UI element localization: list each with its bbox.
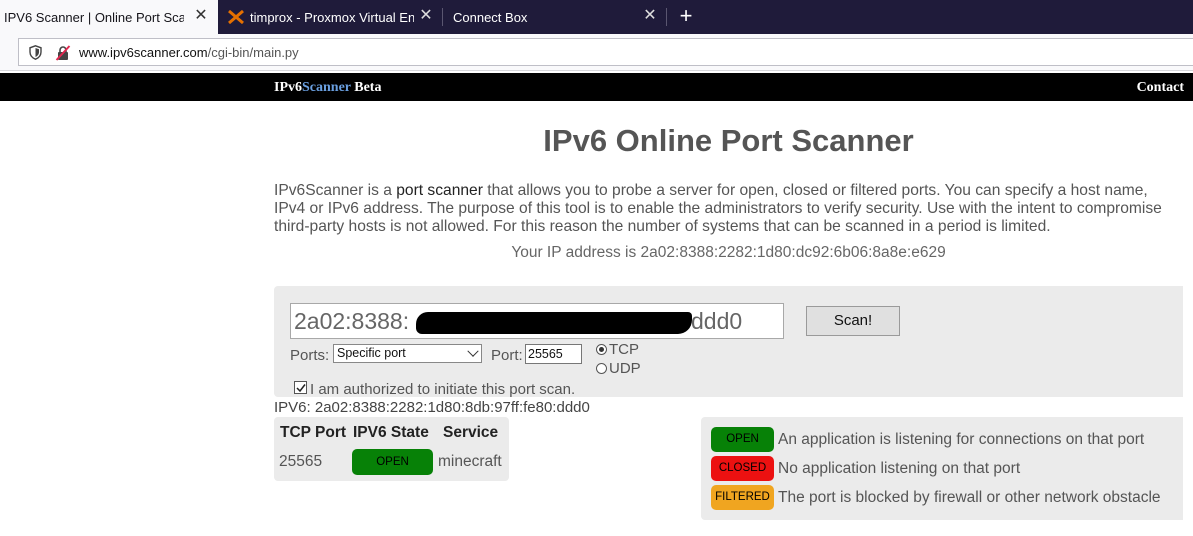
- proxmox-icon: [228, 10, 244, 24]
- udp-radio[interactable]: [596, 363, 607, 374]
- legend-filtered-text: The port is blocked by firewall or other…: [778, 489, 1161, 506]
- column-header-tcp-port: TCP Port: [280, 424, 347, 441]
- result-service: minecraft: [438, 453, 502, 470]
- redaction-mark: [416, 312, 692, 334]
- url-path: /cgi-bin/main.py: [207, 45, 299, 60]
- site-logo[interactable]: IPv6Scanner Beta: [274, 80, 381, 96]
- target-prefix: 2a02:8388:: [294, 308, 410, 334]
- target-address-input[interactable]: 2a02:8388: ddd0: [290, 303, 784, 339]
- close-tab-icon[interactable]: ✕: [641, 6, 659, 26]
- close-tab-icon[interactable]: ✕: [417, 6, 435, 26]
- ports-select[interactable]: Specific port: [333, 344, 482, 363]
- tab-separator: [666, 8, 667, 26]
- your-ip-text: Your IP address is 2a02:8388:2282:1d80:d…: [511, 244, 946, 261]
- target-suffix: ddd0: [691, 308, 743, 334]
- browser-tab-strip: IPV6 Scanner | Online Port Scan ✕ timpro…: [0, 0, 1193, 34]
- column-header-ipv6-state: IPV6 State: [353, 424, 429, 441]
- chevron-down-icon: [467, 345, 479, 357]
- tab-proxmox[interactable]: timprox - Proxmox Virtual Envi ✕: [218, 0, 443, 34]
- brand-suffix: Beta: [350, 80, 382, 95]
- tab-title: timprox - Proxmox Virtual Envi: [250, 10, 414, 25]
- legend-open-badge: OPEN: [711, 427, 774, 452]
- legend-closed-text: No application listening on that port: [778, 460, 1021, 477]
- tab-ipv6-scanner[interactable]: IPV6 Scanner | Online Port Scan ✕: [0, 0, 218, 34]
- site-header: IPv6Scanner Beta Contact: [0, 73, 1193, 101]
- close-tab-icon[interactable]: ✕: [192, 6, 210, 26]
- checkmark-icon: [296, 384, 306, 393]
- tab-connect-box[interactable]: Connect Box ✕: [443, 0, 667, 34]
- ports-selected-value: Specific port: [337, 346, 406, 360]
- udp-label: UDP: [609, 360, 641, 377]
- port-label: Port:: [491, 347, 523, 364]
- brand-accent: Scanner: [302, 80, 351, 95]
- navigation-bar: www.ipv6scanner.com/cgi-bin/main.py: [0, 34, 1193, 71]
- results-table: TCP Port IPV6 State Service 25565 OPEN m…: [274, 417, 509, 481]
- legend-open-text: An application is listening for connecti…: [778, 431, 1145, 448]
- legend-closed-badge: CLOSED: [711, 456, 774, 481]
- port-scanner-link[interactable]: port scanner: [396, 182, 483, 199]
- intro-paragraph: IPv6Scanner is a port scanner that allow…: [274, 182, 1179, 236]
- contact-link[interactable]: Contact: [1137, 80, 1184, 96]
- insecure-lock-icon[interactable]: [55, 45, 71, 61]
- brand-prefix: IPv6: [274, 80, 302, 95]
- new-tab-icon[interactable]: +: [674, 3, 698, 29]
- tcp-label: TCP: [609, 341, 639, 358]
- shield-icon[interactable]: [29, 45, 42, 60]
- authorized-label: I am authorized to initiate this port sc…: [310, 381, 576, 398]
- ports-label: Ports:: [290, 347, 330, 364]
- tab-title: Connect Box: [453, 10, 528, 25]
- intro-text-start: IPv6Scanner is a: [274, 182, 397, 199]
- state-legend: OPEN An application is listening for con…: [701, 417, 1183, 520]
- result-port: 25565: [279, 453, 323, 470]
- scan-button[interactable]: Scan!: [806, 306, 900, 336]
- open-state-badge: OPEN: [352, 449, 433, 475]
- url-text: www.ipv6scanner.com/cgi-bin/main.py: [79, 45, 299, 60]
- port-number-input[interactable]: 25565: [525, 344, 582, 364]
- url-domain: www.ipv6scanner.com: [79, 45, 208, 60]
- resolved-ipv6: IPV6: 2a02:8388:2282:1d80:8db:97ff:fe80:…: [274, 399, 590, 416]
- page-title: IPv6 Online Port Scanner: [543, 123, 914, 158]
- scan-form: 2a02:8388: ddd0 Scan! Ports: Specific po…: [274, 286, 1183, 398]
- column-header-service: Service: [443, 424, 499, 441]
- authorized-checkbox[interactable]: [294, 381, 307, 394]
- tab-title: IPV6 Scanner | Online Port Scan: [4, 10, 184, 25]
- tcp-radio[interactable]: [596, 344, 607, 355]
- legend-filtered-badge: FILTERED: [711, 485, 774, 510]
- address-bar[interactable]: www.ipv6scanner.com/cgi-bin/main.py: [18, 38, 1193, 66]
